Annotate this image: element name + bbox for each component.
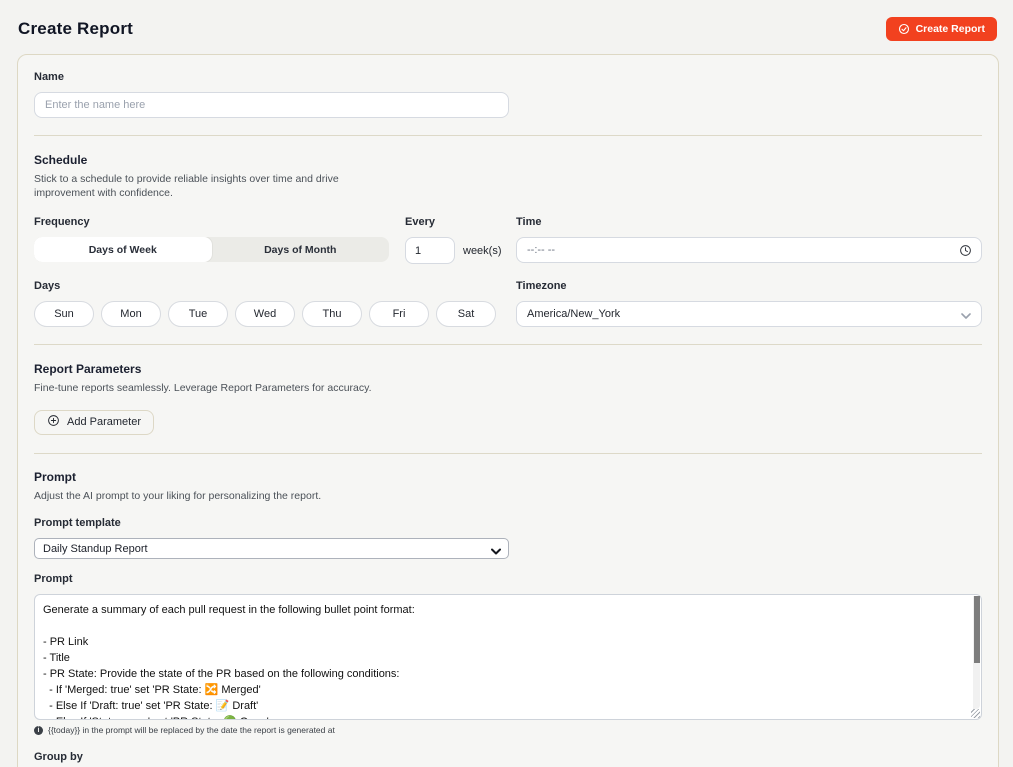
day-pill-sun[interactable]: Sun <box>34 301 94 327</box>
prompt-field-label: Prompt <box>34 573 982 585</box>
chevron-down-icon <box>961 311 971 323</box>
group-by-block: Group by None <box>34 751 982 767</box>
topbar: Create Report Create Report <box>0 0 1013 54</box>
group-by-label: Group by <box>34 751 982 763</box>
every-input[interactable] <box>405 237 455 264</box>
days-label: Days <box>34 280 500 292</box>
plus-circle-icon <box>47 414 60 430</box>
frequency-label: Frequency <box>34 216 389 228</box>
prompt-textarea-wrap: Generate a summary of each pull request … <box>34 594 982 720</box>
every-label: Every <box>405 216 500 228</box>
check-circle-icon <box>898 23 910 35</box>
prompt-description: Adjust the AI prompt to your liking for … <box>34 490 982 504</box>
day-pill-tue[interactable]: Tue <box>168 301 228 327</box>
add-parameter-button-label: Add Parameter <box>67 416 141 428</box>
prompt-template-select[interactable]: Daily Standup Report <box>34 538 509 559</box>
create-report-button[interactable]: Create Report <box>886 17 997 41</box>
create-report-button-label: Create Report <box>916 23 985 35</box>
day-pill-sat[interactable]: Sat <box>436 301 496 327</box>
textarea-resize-handle[interactable] <box>971 709 980 718</box>
every-column: Every week(s) <box>405 216 500 264</box>
chevron-down-icon <box>491 546 501 558</box>
day-pill-mon[interactable]: Mon <box>101 301 161 327</box>
schedule-description: Stick to a schedule to provide reliable … <box>34 173 382 200</box>
add-parameter-button[interactable]: Add Parameter <box>34 410 154 435</box>
time-value: --:-- -- <box>527 244 555 256</box>
timezone-label: Timezone <box>516 280 982 292</box>
schedule-row-2: Days Sun Mon Tue Wed Thu Fri Sat Timezon… <box>34 280 982 327</box>
day-pill-fri[interactable]: Fri <box>369 301 429 327</box>
day-pill-wed[interactable]: Wed <box>235 301 295 327</box>
prompt-section: Prompt Adjust the AI prompt to your liki… <box>34 454 982 767</box>
prompt-textarea[interactable]: Generate a summary of each pull request … <box>34 594 982 720</box>
frequency-segmented-control: Days of Week Days of Month <box>34 237 389 262</box>
days-column: Days Sun Mon Tue Wed Thu Fri Sat <box>34 280 500 327</box>
name-label: Name <box>34 71 982 83</box>
prompt-template-label: Prompt template <box>34 517 982 529</box>
every-unit-label: week(s) <box>463 245 502 257</box>
prompt-template-value: Daily Standup Report <box>43 543 148 555</box>
textarea-scrollbar[interactable] <box>973 596 980 709</box>
frequency-option-days-of-week[interactable]: Days of Week <box>34 237 212 262</box>
prompt-note-text: {{today}} in the prompt will be replaced… <box>48 725 335 735</box>
prompt-title: Prompt <box>34 470 982 484</box>
name-section: Name <box>34 55 982 136</box>
report-parameters-section: Report Parameters Fine-tune reports seam… <box>34 345 982 454</box>
frequency-column: Frequency Days of Week Days of Month <box>34 216 389 264</box>
name-input[interactable] <box>34 92 509 118</box>
timezone-select[interactable]: America/New_York <box>516 301 982 327</box>
create-report-form-card: Name Schedule Stick to a schedule to pro… <box>17 54 999 767</box>
time-column: Time --:-- -- <box>516 216 982 264</box>
timezone-value: America/New_York <box>527 308 620 320</box>
report-parameters-description: Fine-tune reports seamlessly. Leverage R… <box>34 382 982 396</box>
schedule-title: Schedule <box>34 153 982 167</box>
schedule-section: Schedule Stick to a schedule to provide … <box>34 136 982 345</box>
page-title: Create Report <box>18 19 133 39</box>
timezone-column: Timezone America/New_York <box>516 280 982 327</box>
frequency-option-days-of-month[interactable]: Days of Month <box>212 237 390 262</box>
report-parameters-title: Report Parameters <box>34 362 982 376</box>
time-label: Time <box>516 216 982 228</box>
days-pill-group: Sun Mon Tue Wed Thu Fri Sat <box>34 301 500 327</box>
clock-icon[interactable] <box>959 244 972 260</box>
textarea-scrollbar-thumb[interactable] <box>974 596 980 663</box>
day-pill-thu[interactable]: Thu <box>302 301 362 327</box>
time-input[interactable]: --:-- -- <box>516 237 982 263</box>
prompt-note-row: i {{today}} in the prompt will be replac… <box>34 725 982 735</box>
info-icon: i <box>34 726 43 735</box>
schedule-row-1: Frequency Days of Week Days of Month Eve… <box>34 216 982 264</box>
